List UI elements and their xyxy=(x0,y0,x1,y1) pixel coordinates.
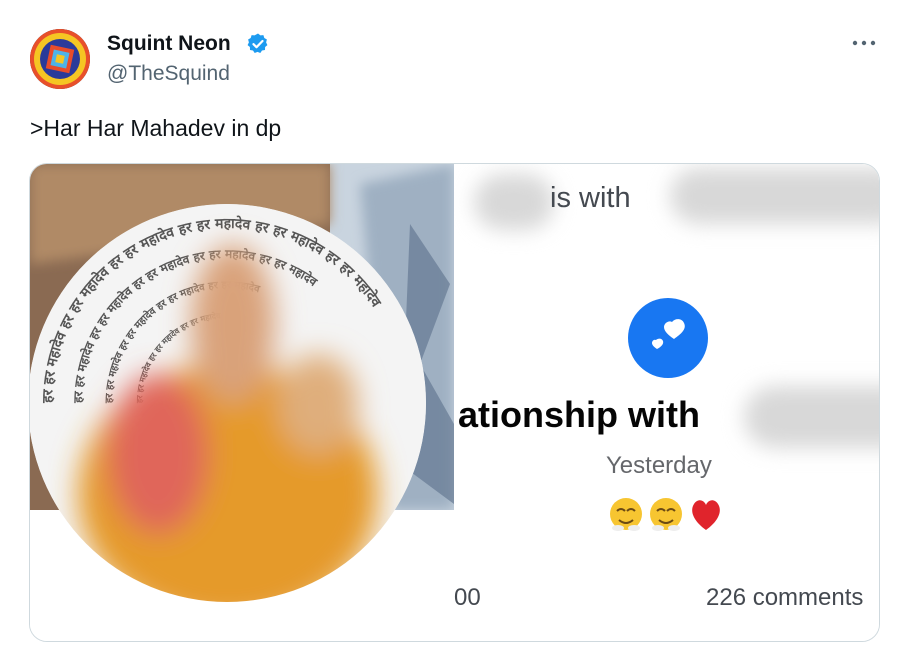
blurred-tag xyxy=(670,168,879,224)
blurred-name xyxy=(474,174,554,230)
relationship-text: ationship with xyxy=(458,394,700,435)
more-horizontal-icon[interactable] xyxy=(850,36,878,50)
dp-circle: हर हर महादेव हर हर महादेव हर हर महादेव ह… xyxy=(30,204,426,602)
display-name[interactable]: Squint Neon xyxy=(107,32,231,56)
post-time: Yesterday xyxy=(606,452,712,479)
profile-photo-panel[interactable]: हर हर महादेव हर हर महादेव हर हर महादेव ह… xyxy=(30,164,454,641)
author-handle[interactable]: @TheSquind xyxy=(107,62,230,86)
avatar[interactable] xyxy=(30,29,90,89)
tagged-with-text: is with xyxy=(550,182,631,214)
blurred-partner-name xyxy=(744,386,879,448)
reaction-count: 00 xyxy=(454,584,481,611)
relieved-face-icon xyxy=(610,498,642,531)
fb-post-screenshot[interactable]: is with ationship with Yesterday 00 226 … xyxy=(454,164,879,641)
tweet-media-card[interactable]: हर हर महादेव हर हर महादेव हर हर महादेव ह… xyxy=(29,163,880,642)
relieved-face-icon xyxy=(650,498,682,531)
hearts-icon xyxy=(628,298,708,378)
red-heart-icon xyxy=(692,500,720,530)
comments-count: 226 comments xyxy=(706,584,864,611)
reactions-row xyxy=(608,494,728,534)
verified-badge-icon xyxy=(247,33,268,53)
tweet-text: >Har Har Mahadev in dp xyxy=(30,115,282,141)
